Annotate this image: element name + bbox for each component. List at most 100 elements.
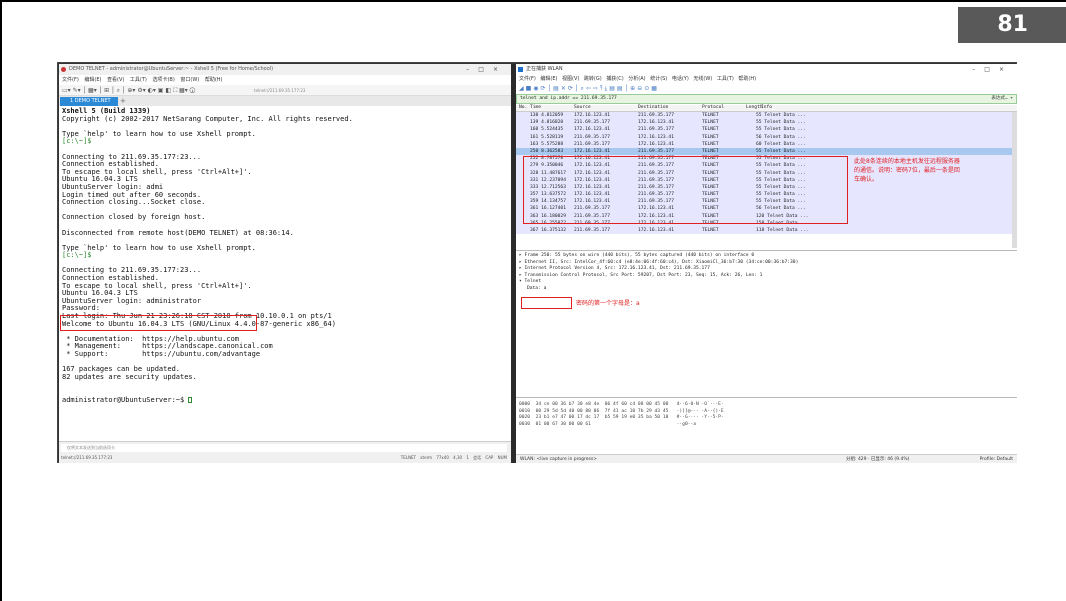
column-header[interactable]: Time xyxy=(530,105,541,110)
column-header[interactable]: Protocol xyxy=(702,105,724,110)
detail-line[interactable]: Data: a xyxy=(519,286,1017,293)
wireshark-menubar[interactable]: 文件(F) 编辑(E) 视图(V) 跳转(G) 捕获(C) 分析(A) 统计(S… xyxy=(516,75,1017,84)
packet-row[interactable]: 139 4.816820 211.69.35.177 172.16.123.41 TE… xyxy=(516,119,1017,127)
packet-cell: 55 Telnet Data ... xyxy=(756,127,806,133)
packet-cell: 172.16.123.41 xyxy=(574,127,610,133)
terminal-line: administrator@UbuntuServer:~$ xyxy=(62,396,508,405)
display-filter-input[interactable]: telnet and ip.addr == 211.69.35.177 表达式…… xyxy=(516,94,1017,104)
packet-cell: 250 8.362583 xyxy=(530,148,564,154)
packet-cell: TELNET xyxy=(702,120,719,126)
terminal-line: Disconnected from remote host(DEMO TELNE… xyxy=(62,228,294,237)
packet-cell: 211.69.35.177 xyxy=(574,228,610,233)
packet-cell: 172.16.123.41 xyxy=(574,113,610,118)
packet-cell: 172.16.123.41 xyxy=(638,134,674,140)
packet-row[interactable]: 138 4.812059 172.16.123.41 211.69.35.177 TE… xyxy=(516,112,1017,120)
column-header[interactable]: Source xyxy=(574,105,591,110)
left-rule xyxy=(0,0,2,601)
packet-row[interactable]: 161 5.528119 211.69.35.177 172.16.123.41 TE… xyxy=(516,133,1017,141)
packet-cell: 172.16.123.41 xyxy=(638,228,674,233)
packet-cell: TELNET xyxy=(702,141,719,147)
hex-line: 0030 01 00 67 30 00 00 61 ··g0··a xyxy=(519,421,697,427)
packet-cell: 55 Telnet Data ... xyxy=(756,113,806,118)
packet-cell: 118 Telnet Data ... xyxy=(756,228,809,233)
terminal-line: 82 updates are security updates. xyxy=(62,372,197,381)
xshell-tabbar: 1 DEMO TELNET + xyxy=(59,96,511,106)
packet-cell: 211.69.35.177 xyxy=(574,120,610,126)
add-tab-icon[interactable]: + xyxy=(120,97,126,106)
wireshark-statusbar: WLAN: <live capture in progress> 分组: 429… xyxy=(516,454,1017,463)
column-header[interactable]: Destination xyxy=(638,105,668,110)
wireshark-titlebar: 正在捕获 WLAN –□× xyxy=(516,64,1017,75)
packet-cell: 172.16.123.41 xyxy=(638,141,674,147)
terminal-line: Connection closing...Socket close. xyxy=(62,198,206,207)
xshell-title: DEMO TELNET - administrator@UbuntuServer… xyxy=(69,66,274,72)
filter-text: telnet and ip.addr == 211.69.35.177 xyxy=(520,96,617,101)
packet-cell: 172.16.123.41 xyxy=(638,120,674,126)
terminal-line: Copyright (c) 2002-2017 NetSarang Comput… xyxy=(62,114,353,123)
packets-note: 此处8条连续的本地主机发往远程服务器的通信。说明：密码7位，最后一条是回车确认。 xyxy=(854,158,960,183)
send-text-input[interactable]: 仅将文本发送到当前选项卡 xyxy=(61,444,507,452)
xshell-statusbar: 仅将文本发送到当前选项卡 telnet://211.69.35.177:23 T… xyxy=(59,441,511,463)
packet-bytes[interactable]: 0000 34 ce 00 36 b7 30 e8 4e 06 4f 60 c4… xyxy=(516,397,1017,445)
screenshot: DEMO TELNET - administrator@UbuntuServer… xyxy=(57,62,1017,463)
capture-status: WLAN: <live capture in progress> xyxy=(520,457,597,462)
window-controls[interactable]: –□× xyxy=(972,64,1013,75)
xshell-menubar[interactable]: 文件(F) 编辑(E) 查看(V) 工具(T) 选项卡(B) 窗口(W) 帮助(… xyxy=(59,75,511,85)
wireshark-window: 正在捕获 WLAN –□× 文件(F) 编辑(E) 视图(V) 跳转(G) 捕获… xyxy=(516,64,1017,463)
packet-cell: 55 Telnet Data ... xyxy=(756,120,806,126)
terminal-output[interactable]: Xshell 5 (Build 1339) Copyright (c) 2002-… xyxy=(62,107,508,438)
terminal-line: Type `help' to learn how to use Xshell p… xyxy=(62,129,256,138)
packet-details[interactable]: ▸ Frame 250: 55 bytes on wire (440 bits)… xyxy=(516,250,1017,390)
packet-row[interactable]: 367 16.375132 211.69.35.177 172.16.123.41 T… xyxy=(516,227,1017,235)
packet-cell: 56 Telnet Data ... xyxy=(756,134,806,140)
wireshark-title: 正在捕获 WLAN xyxy=(526,66,563,72)
highlight-data-box xyxy=(521,297,572,309)
packet-list-scrollbar[interactable] xyxy=(1012,112,1017,248)
packet-cell: 211.69.35.177 xyxy=(638,148,674,154)
detail-line[interactable]: ▸ Transmission Control Protocol, Src Por… xyxy=(519,273,1017,280)
highlight-packets-box xyxy=(523,156,848,224)
xshell-status-right: TELNET xterm 77x40 4,30 1 会话 CAP NUM xyxy=(400,455,507,460)
detail-line[interactable]: ▸ Internet Protocol Version 4, Src: 172.… xyxy=(519,266,1017,273)
slide: 81 DEMO TELNET - administrator@UbuntuSer… xyxy=(0,0,1066,601)
terminal-line: [c:\~]$ xyxy=(62,251,92,260)
packet-cell: 161 5.528119 xyxy=(530,134,564,140)
terminal-line: * Support: https://ubuntu.com/advantage xyxy=(62,350,261,358)
xshell-titlebar: DEMO TELNET - administrator@UbuntuServer… xyxy=(59,64,511,75)
packet-list-header: No. Time Source Destination Protocol Length In… xyxy=(516,105,1017,112)
packet-row[interactable]: 250 8.362583 172.16.123.41 211.69.35.177 TE… xyxy=(516,147,1017,156)
page-number: 81 xyxy=(958,7,1066,43)
packet-cell: 139 4.816820 xyxy=(530,120,564,126)
packet-count: 分组: 429 · 已显示: 46 (9.4%) xyxy=(846,457,910,462)
xshell-window: DEMO TELNET - administrator@UbuntuServer… xyxy=(59,64,511,463)
hex-line: 0020 23 b1 e7 47 00 17 dc 17 b5 59 19 e0… xyxy=(519,415,724,421)
profile-label: Profile: Default xyxy=(979,457,1013,462)
packet-row[interactable]: 163 5.575288 211.69.35.177 172.16.123.41 TE… xyxy=(516,140,1017,148)
xshell-status-left: telnet://211.69.35.177:23 xyxy=(61,455,113,460)
terminal-cursor xyxy=(188,396,193,403)
tab-demo-telnet[interactable]: 1 DEMO TELNET xyxy=(60,97,118,106)
wireshark-toolbar[interactable]: ◢■◉⟳│▤✕⟳│⌕⇦⇨⤒⤓▤▤│⊕⊖⊙▦ xyxy=(516,84,1017,94)
packet-cell: 138 4.812059 xyxy=(530,113,564,118)
column-header[interactable]: Info xyxy=(761,105,772,110)
packet-cell: 55 Telnet Data ... xyxy=(756,148,806,154)
packet-cell: 211.69.35.177 xyxy=(638,127,674,133)
detail-line[interactable]: ▸ Frame 250: 55 bytes on wire (440 bits)… xyxy=(519,253,1017,260)
filter-expression-button[interactable]: 表达式… + xyxy=(991,95,1013,103)
xshell-status-line: telnet://211.69.35.177:23 TELNET xterm 7… xyxy=(61,454,507,462)
terminal-line: UbuntuServer login: administrator xyxy=(62,296,202,305)
xshell-toolbar[interactable]: ▭▾ ✎▾ │ ▦▾ │ ⊞ │ ⌕ │ ⊕▾ ⚙▾ ◐▾ ▣ ◧ ⛶ ▦▾ ⓘ… xyxy=(59,85,511,96)
hex-line: 0000 34 ce 00 36 b7 30 e8 4e 06 4f 60 c4… xyxy=(519,402,724,407)
wireshark-logo-icon xyxy=(518,67,523,72)
column-header[interactable]: No. xyxy=(519,105,527,110)
packet-cell: 60 Telnet Data ... xyxy=(756,141,806,147)
window-controls[interactable]: –□× xyxy=(466,64,507,75)
packet-row[interactable]: 160 5.524435 172.16.123.41 211.69.35.177 TE… xyxy=(516,126,1017,134)
xshell-address[interactable]: telnet://211.69.35.177:23 xyxy=(254,87,334,94)
packet-cell: 211.69.35.177 xyxy=(638,113,674,118)
detail-line[interactable]: ▾ Telnet xyxy=(519,279,1017,286)
packet-cell: 163 5.575288 xyxy=(530,141,564,147)
terminal-line: Type `help' to learn how to use Xshell p… xyxy=(62,243,256,252)
packet-cell: 160 5.524435 xyxy=(530,127,564,133)
